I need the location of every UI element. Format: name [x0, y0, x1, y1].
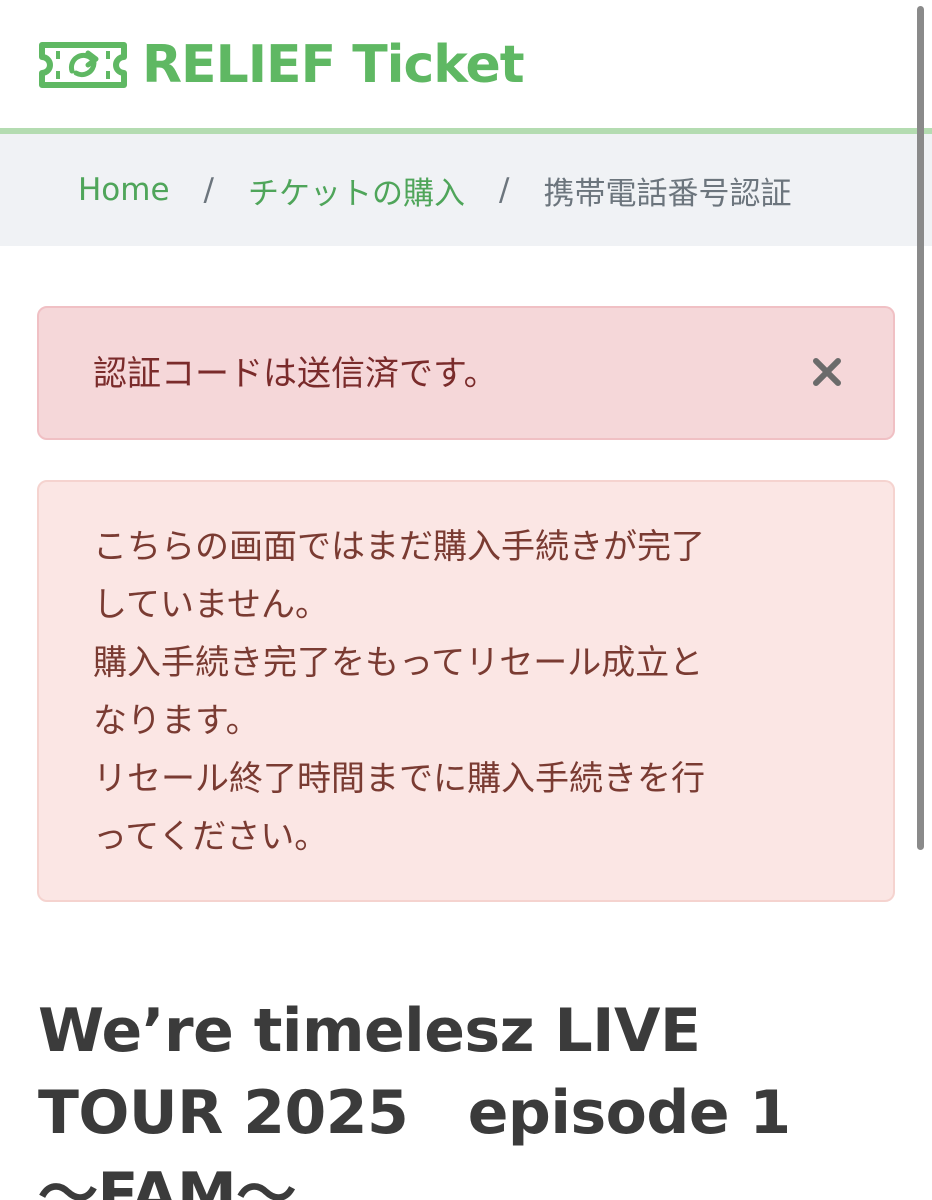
notice-text: こちらの画面ではまだ購入手続きが完了 していません。 購入手続き完了をもってリセ…	[93, 518, 705, 866]
breadcrumb-home-link[interactable]: Home	[78, 172, 170, 208]
breadcrumb-current: 携帯電話番号認証	[543, 175, 792, 212]
purchase-notice: こちらの画面ではまだ購入手続きが完了 していません。 購入手続き完了をもってリセ…	[37, 480, 895, 902]
breadcrumb-separator: /	[499, 172, 510, 208]
notice-line: リセール終了時間までに購入手続きを行	[93, 759, 705, 799]
page: RELIEF Ticket Home / チケットの購入 / 携帯電話番号認証 …	[0, 0, 932, 1200]
event-title-line: TOUR 2025 episode 1	[38, 1078, 791, 1149]
notice-line: していません。	[93, 585, 329, 625]
page-scrollbar[interactable]	[917, 6, 924, 850]
close-icon[interactable]	[809, 354, 845, 390]
notice-line: なります。	[93, 701, 260, 741]
ticket-arrow-icon	[39, 42, 127, 88]
notice-line: ってください。	[93, 817, 329, 857]
breadcrumb-separator: /	[203, 172, 214, 208]
event-title-line: 〜FAM〜	[38, 1160, 296, 1200]
code-sent-alert: 認証コードは送信済です。	[37, 306, 895, 440]
breadcrumb-purchase-link[interactable]: チケットの購入	[248, 168, 465, 213]
site-logo[interactable]: RELIEF Ticket	[36, 30, 525, 100]
event-title-line: We’re timelesz LIVE	[38, 996, 701, 1067]
site-header: RELIEF Ticket	[0, 0, 932, 128]
notice-line: 購入手続き完了をもってリセール成立と	[93, 643, 704, 683]
code-sent-message: 認証コードは送信済です。	[93, 354, 498, 394]
event-title: We’re timelesz LIVE TOUR 2025 episode 1 …	[38, 990, 898, 1200]
breadcrumb: Home / チケットの購入 / 携帯電話番号認証	[0, 134, 932, 246]
notice-line: こちらの画面ではまだ購入手続きが完了	[93, 527, 705, 567]
logo-text: RELIEF Ticket	[142, 35, 525, 95]
